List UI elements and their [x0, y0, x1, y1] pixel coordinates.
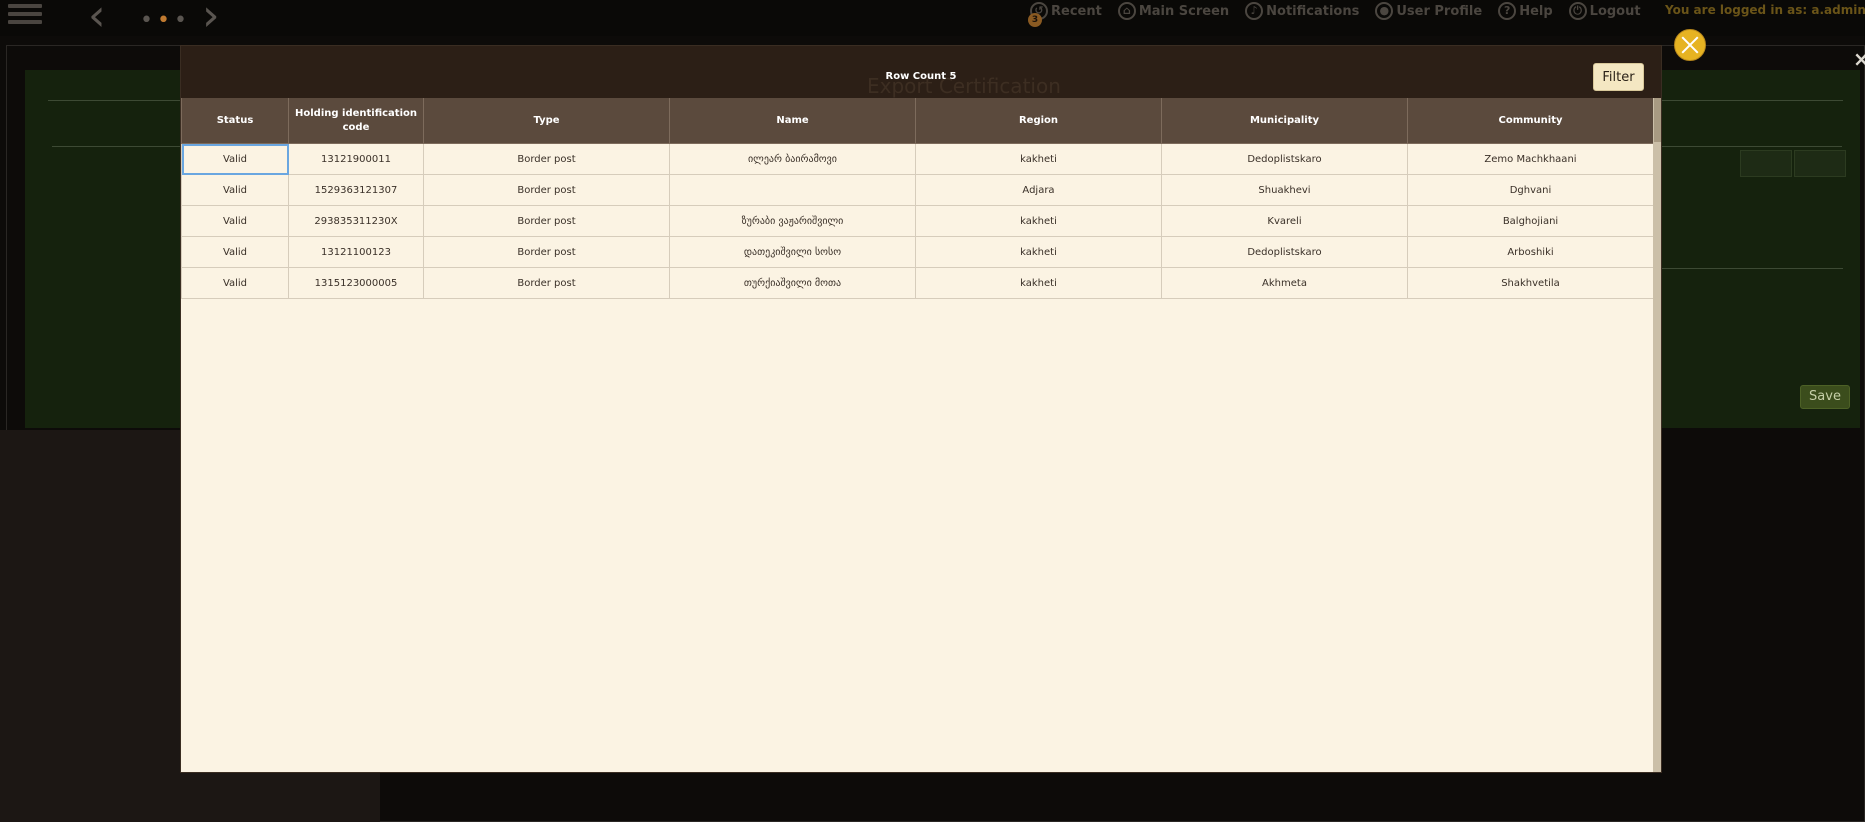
- nav-help[interactable]: ? Help: [1498, 2, 1553, 20]
- chevron-left-icon[interactable]: ‹: [88, 0, 106, 38]
- cell-community[interactable]: Shakhvetila: [1407, 267, 1653, 299]
- cell-name[interactable]: თურქიაშვილი მოთა: [669, 267, 916, 299]
- cell-name[interactable]: ილეარ ბაირამოვი: [669, 143, 916, 175]
- cell-holding-code[interactable]: 13121100123: [288, 236, 424, 268]
- column-header-holding-code[interactable]: Holding identification code: [288, 98, 424, 144]
- user-icon: ●: [1375, 2, 1394, 20]
- cell-region[interactable]: kakheti: [915, 205, 1162, 237]
- recent-badge: 3: [1028, 13, 1042, 27]
- top-nav: ↺ 3 Recent ⌂ Main Screen ♪ Notifications…: [1028, 0, 1657, 27]
- nav-logout[interactable]: ⏻ Logout: [1568, 2, 1641, 20]
- help-icon: ?: [1498, 2, 1517, 20]
- cell-region[interactable]: Adjara: [915, 174, 1162, 206]
- nav-user-profile[interactable]: ● User Profile: [1375, 2, 1482, 20]
- cell-status[interactable]: Valid: [181, 143, 289, 175]
- table-row[interactable]: Valid 293835311230X Border post ზურაბი ვ…: [181, 205, 1653, 237]
- nav-notifications[interactable]: ♪ Notifications: [1245, 2, 1359, 20]
- cell-status[interactable]: Valid: [181, 174, 289, 206]
- background-button: [1740, 150, 1792, 177]
- cell-region[interactable]: kakheti: [915, 143, 1162, 175]
- cell-type[interactable]: Border post: [423, 143, 670, 175]
- chevron-right-icon[interactable]: ›: [202, 0, 220, 38]
- cell-type[interactable]: Border post: [423, 267, 670, 299]
- menu-icon[interactable]: [8, 0, 42, 30]
- nav-notifications-label: Notifications: [1266, 3, 1360, 19]
- cell-name[interactable]: დათეკიშვილი სოსო: [669, 236, 916, 268]
- table-row[interactable]: Valid 13121900011 Border post ილეარ ბაირ…: [181, 143, 1653, 175]
- top-bar: ‹ ••• › ↺ 3 Recent ⌂ Main Screen ♪ Notif…: [0, 0, 1865, 38]
- results-table: Status Holding identification code Type …: [181, 98, 1653, 299]
- cell-municipality[interactable]: Akhmeta: [1161, 267, 1408, 299]
- table-row[interactable]: Valid 1529363121307 Border post Adjara S…: [181, 174, 1653, 206]
- cell-name[interactable]: ზურაბი ვაჟარიშვილი: [669, 205, 916, 237]
- cell-community[interactable]: Arboshiki: [1407, 236, 1653, 268]
- nav-main-screen[interactable]: ⌂ Main Screen: [1117, 2, 1230, 20]
- cell-community[interactable]: Balghojiani: [1407, 205, 1653, 237]
- column-header-region[interactable]: Region: [915, 98, 1162, 144]
- table-row[interactable]: Valid 1315123000005 Border post თურქიაშვ…: [181, 267, 1653, 299]
- logged-in-text: You are logged in as: a.admin3 KA: [1665, 3, 1865, 17]
- nav-recent[interactable]: ↺ 3 Recent: [1028, 2, 1102, 27]
- cell-community[interactable]: Dghvani: [1407, 174, 1653, 206]
- cell-type[interactable]: Border post: [423, 236, 670, 268]
- background-button: [1794, 150, 1846, 177]
- cell-holding-code[interactable]: 293835311230X: [288, 205, 424, 237]
- cell-type[interactable]: Border post: [423, 205, 670, 237]
- column-header-type[interactable]: Type: [423, 98, 670, 144]
- nav-user-profile-label: User Profile: [1396, 3, 1483, 19]
- cell-region[interactable]: kakheti: [915, 267, 1162, 299]
- cell-holding-code[interactable]: 1315123000005: [288, 267, 424, 299]
- cell-status[interactable]: Valid: [181, 236, 289, 268]
- column-header-status[interactable]: Status: [181, 98, 289, 144]
- home-icon: ⌂: [1117, 2, 1136, 20]
- cell-community[interactable]: Zemo Machkhaani: [1407, 143, 1653, 175]
- cell-municipality[interactable]: Kvareli: [1161, 205, 1408, 237]
- page-dots: •••: [140, 8, 191, 33]
- nav-recent-label: Recent: [1051, 3, 1102, 19]
- filter-button[interactable]: Filter: [1593, 63, 1644, 91]
- results-table-container: Status Holding identification code Type …: [181, 98, 1653, 772]
- cell-status[interactable]: Valid: [181, 267, 289, 299]
- row-count: Row Count 5: [885, 71, 957, 82]
- scrollbar-thumb[interactable]: [1654, 98, 1661, 142]
- modal-header: Export Certification Row Count 5 Filter: [181, 46, 1661, 98]
- cell-holding-code[interactable]: 13121900011: [288, 143, 424, 175]
- cell-status[interactable]: Valid: [181, 205, 289, 237]
- modal-close-icon[interactable]: [1674, 29, 1706, 61]
- column-header-community[interactable]: Community: [1407, 98, 1653, 144]
- save-button[interactable]: Save: [1800, 385, 1850, 409]
- cell-holding-code[interactable]: 1529363121307: [288, 174, 424, 206]
- cell-municipality[interactable]: Shuakhevi: [1161, 174, 1408, 206]
- filter-results-modal: Export Certification Row Count 5 Filter …: [180, 45, 1662, 773]
- cell-municipality[interactable]: Dedoplistskaro: [1161, 143, 1408, 175]
- column-header-name[interactable]: Name: [669, 98, 916, 144]
- nav-main-screen-label: Main Screen: [1138, 3, 1230, 19]
- table-scrollbar[interactable]: [1653, 98, 1661, 772]
- bell-icon: ♪: [1245, 2, 1264, 20]
- nav-help-label: Help: [1519, 3, 1553, 19]
- background-close-icon[interactable]: ×: [1853, 47, 1865, 71]
- cell-region[interactable]: kakheti: [915, 236, 1162, 268]
- cell-municipality[interactable]: Dedoplistskaro: [1161, 236, 1408, 268]
- table-header-row: Status Holding identification code Type …: [181, 98, 1653, 144]
- column-header-municipality[interactable]: Municipality: [1161, 98, 1408, 144]
- nav-logout-label: Logout: [1589, 3, 1641, 19]
- power-icon: ⏻: [1568, 2, 1587, 20]
- cell-name[interactable]: [669, 174, 916, 206]
- table-row[interactable]: Valid 13121100123 Border post დათეკიშვილ…: [181, 236, 1653, 268]
- cell-type[interactable]: Border post: [423, 174, 670, 206]
